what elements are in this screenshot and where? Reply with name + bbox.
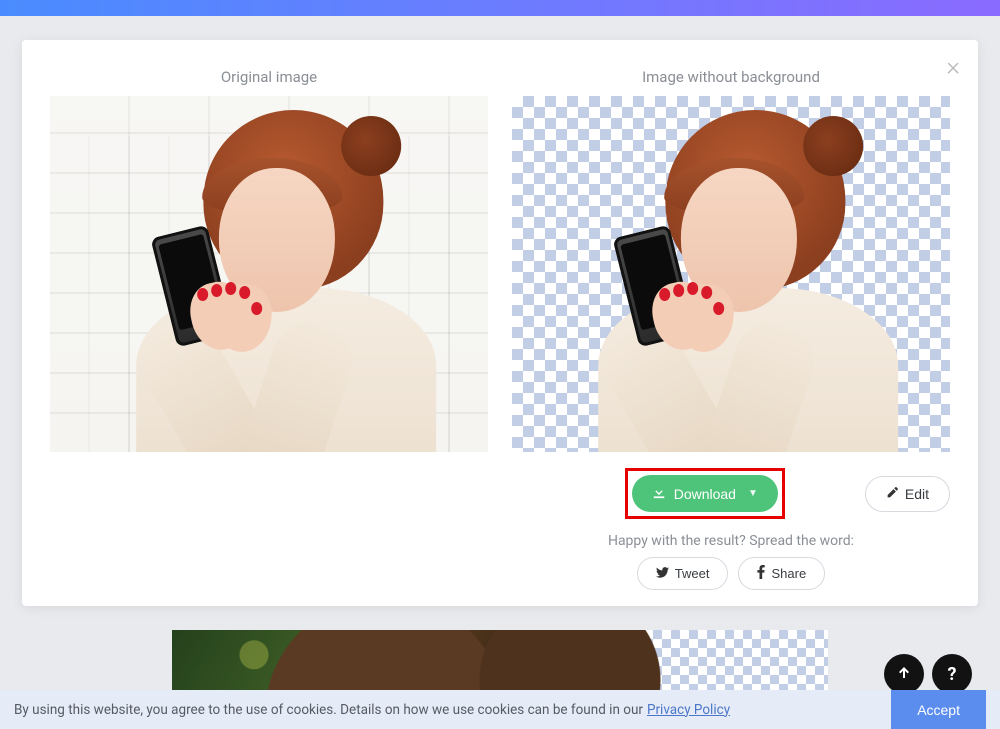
lower-preview-result [500, 630, 828, 692]
actions-row: Download ▼ Edit [512, 468, 950, 519]
accept-cookies-button[interactable]: Accept [891, 690, 986, 729]
original-image [50, 96, 488, 452]
tweet-label: Tweet [675, 566, 710, 581]
close-icon[interactable]: × [946, 54, 960, 80]
download-icon [652, 485, 666, 502]
download-highlight: Download ▼ [625, 468, 785, 519]
share-label: Share [771, 566, 806, 581]
header-gradient [0, 0, 1000, 16]
share-button[interactable]: Share [738, 557, 825, 590]
facebook-icon [757, 565, 765, 582]
twitter-icon [656, 566, 669, 582]
arrow-up-icon [896, 664, 912, 685]
cookie-banner: By using this website, you agree to the … [0, 690, 1000, 729]
result-title: Image without background [512, 68, 950, 86]
image-compare-columns: Original image [50, 68, 950, 590]
share-row: Tweet Share [512, 557, 950, 590]
help-button[interactable]: ? [932, 654, 972, 694]
result-column: Image without background [512, 68, 950, 590]
help-icon: ? [948, 664, 957, 685]
download-label: Download [674, 486, 736, 502]
cookie-text: By using this website, you agree to the … [14, 702, 643, 718]
result-image [512, 96, 950, 452]
original-column: Original image [50, 68, 488, 590]
spread-text: Happy with the result? Spread the word: [512, 533, 950, 549]
original-title: Original image [50, 68, 488, 86]
edit-label: Edit [905, 486, 929, 502]
lower-preview-strip [172, 630, 828, 692]
scroll-top-button[interactable] [884, 654, 924, 694]
privacy-policy-link[interactable]: Privacy Policy [647, 702, 730, 718]
lower-preview-original [172, 630, 500, 692]
result-modal: × Original image [22, 40, 978, 606]
edit-button[interactable]: Edit [865, 476, 950, 512]
pencil-icon [886, 486, 899, 502]
tweet-button[interactable]: Tweet [637, 557, 729, 590]
chevron-down-icon: ▼ [748, 488, 758, 499]
download-button[interactable]: Download ▼ [632, 475, 778, 512]
